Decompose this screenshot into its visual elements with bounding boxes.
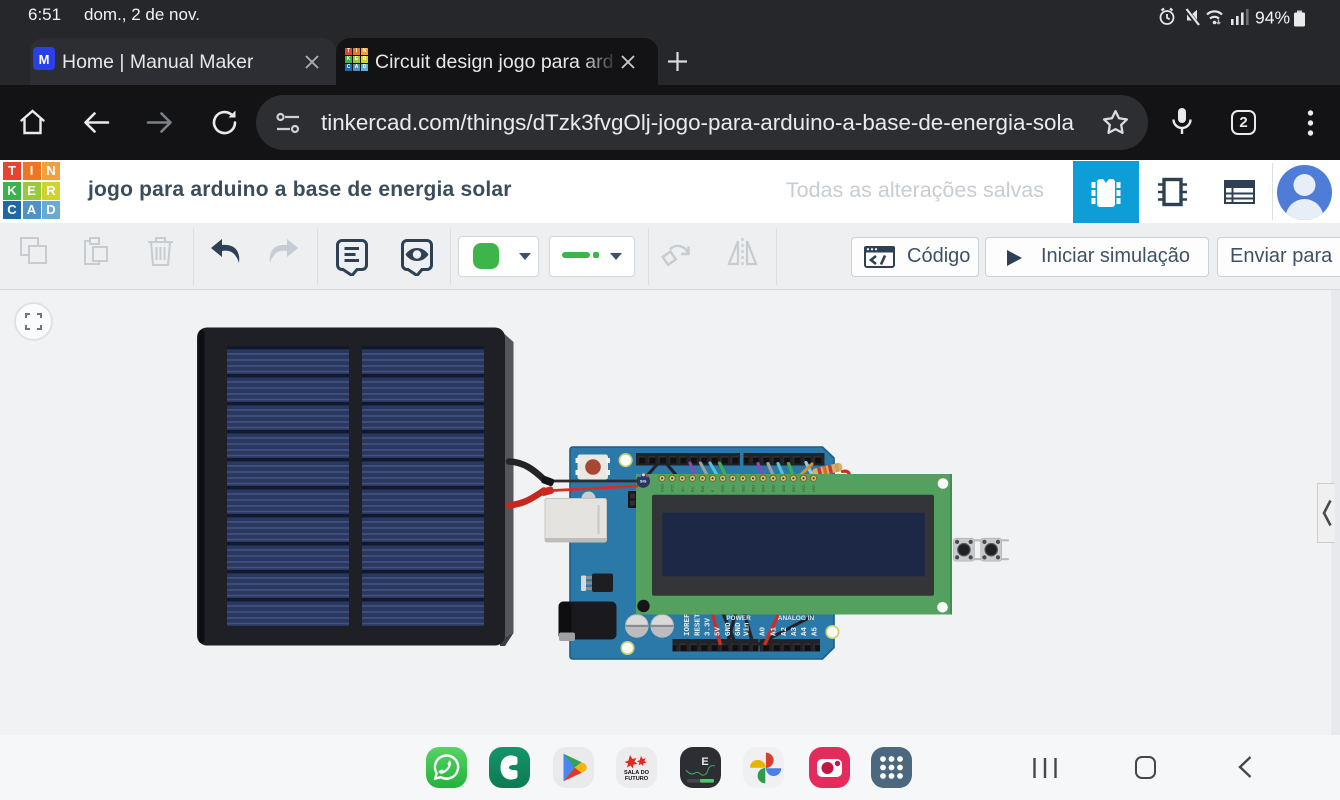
svg-text:A1: A1 <box>771 626 779 636</box>
svg-text:GND: GND <box>735 622 743 636</box>
svg-text:Vin: Vin <box>744 622 752 636</box>
svg-text:VCC: VCC <box>671 484 675 492</box>
svg-text:A5: A5 <box>812 626 820 636</box>
svg-text:A4: A4 <box>801 626 809 636</box>
svg-text:FUTURO: FUTURO <box>625 776 649 782</box>
svg-text:DB5: DB5 <box>772 485 776 492</box>
svg-text:RW: RW <box>701 486 705 493</box>
svg-text:DB0: DB0 <box>721 485 725 492</box>
svg-text:3.3V: 3.3V <box>705 617 713 636</box>
svg-text:A2: A2 <box>781 626 789 636</box>
svg-text:A0: A0 <box>760 626 768 636</box>
svg-text:POWER: POWER <box>726 615 751 622</box>
svg-text:GND: GND <box>661 484 665 493</box>
svg-text:ANALOG IN: ANALOG IN <box>778 615 815 622</box>
svg-text:DB4: DB4 <box>762 485 766 492</box>
svg-text:IOREF: IOREF <box>684 613 692 636</box>
svg-text:DB3: DB3 <box>752 485 756 492</box>
svg-text:DB7: DB7 <box>792 485 796 492</box>
svg-text:5V: 5V <box>715 626 723 636</box>
svg-text:DB2: DB2 <box>741 485 745 492</box>
svg-text:V0: V0 <box>681 488 685 493</box>
svg-text:E: E <box>701 756 708 768</box>
svg-text:E: E <box>711 489 715 492</box>
svg-text:GND: GND <box>725 622 733 636</box>
svg-text:RESET: RESET <box>695 613 703 636</box>
svg-text:94%: 94% <box>1255 8 1290 28</box>
svg-text:DB6: DB6 <box>782 485 786 492</box>
svg-text:SIG: SIG <box>640 480 647 484</box>
svg-text:A3: A3 <box>791 626 799 636</box>
svg-text:LED: LED <box>812 485 816 493</box>
svg-text:LED: LED <box>802 485 806 493</box>
svg-text:DB1: DB1 <box>731 485 735 492</box>
svg-text:RS: RS <box>691 486 695 492</box>
